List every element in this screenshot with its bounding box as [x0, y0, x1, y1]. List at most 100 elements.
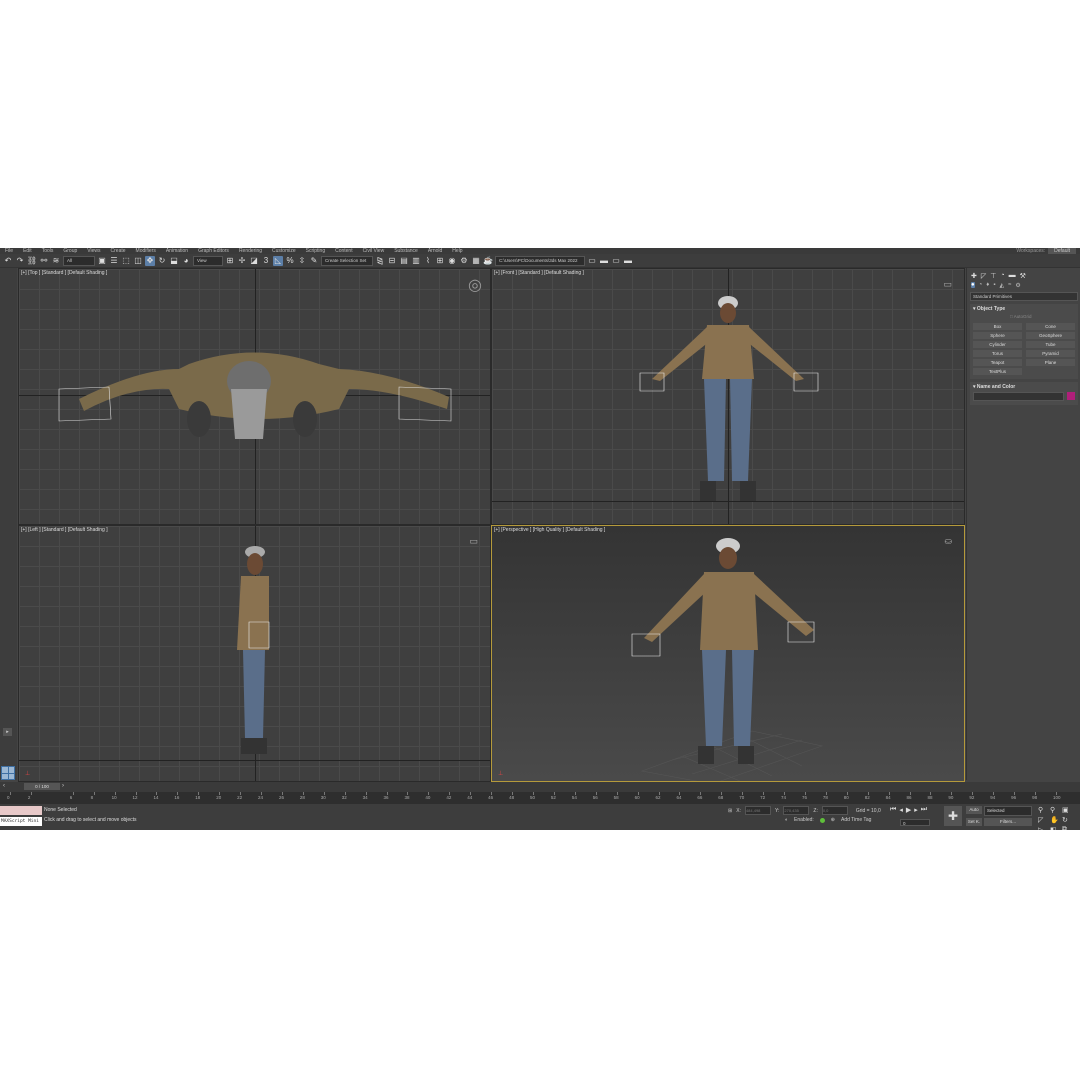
track-bar[interactable]: 0 2 6 8 10 12 14 16 18 20 22 24 26 28 30 32 34 36 38 40 42 44…	[0, 792, 1080, 804]
helpers-icon[interactable]: ◭	[999, 282, 1004, 289]
project-settings-icon[interactable]: ▭	[611, 256, 621, 266]
absolute-mode-icon[interactable]: ⊞	[728, 808, 732, 814]
geometry-icon[interactable]: ●	[971, 282, 975, 288]
go-to-end-icon[interactable]: ⏭	[921, 806, 927, 814]
viewport-front[interactable]: [+] [Front ] [Standard ] [Default Shadin…	[491, 268, 965, 525]
y-coordinate-field[interactable]: 270,435	[783, 806, 810, 815]
viewport-layout-icon[interactable]	[1, 766, 15, 780]
object-type-tube-button[interactable]: Tube	[1026, 341, 1075, 348]
systems-icon[interactable]: ⚙	[1015, 282, 1020, 289]
reference-coordinate-dropdown[interactable]: View	[193, 255, 223, 266]
field-of-view-icon[interactable]: ◸	[1038, 816, 1048, 824]
z-coordinate-field[interactable]: 0,0	[821, 806, 848, 815]
cameras-icon[interactable]: ▪	[993, 282, 995, 288]
object-type-teapot-button[interactable]: Teapot	[973, 359, 1022, 366]
orbit-icon[interactable]: ↻	[1062, 816, 1072, 824]
object-type-plane-button[interactable]: Plane	[1026, 359, 1075, 366]
modify-tab-icon[interactable]: ◸	[981, 272, 986, 280]
lights-icon[interactable]: ♦	[986, 282, 989, 288]
pivot-center-icon[interactable]: ⊞	[225, 256, 235, 266]
object-type-sphere-button[interactable]: Sphere	[973, 332, 1022, 339]
project-path-dropdown[interactable]: C:\Users\PC\Documents\3ds Max 2022	[495, 255, 585, 266]
curve-editor-icon[interactable]: ⌇	[423, 256, 433, 266]
mirror-icon[interactable]: ⧎	[375, 256, 385, 266]
utilities-tab-icon[interactable]: ⚒	[1020, 272, 1026, 280]
object-type-torus-button[interactable]: Torus	[973, 350, 1022, 357]
percent-snap-icon[interactable]: %	[285, 256, 295, 266]
auto-key-button[interactable]: Auto	[966, 806, 982, 814]
object-type-cylinder-button[interactable]: Cylinder	[973, 341, 1022, 348]
next-frame-icon[interactable]: ›	[62, 783, 64, 789]
render-production-icon[interactable]: ☕	[483, 256, 493, 266]
add-time-tag-icon[interactable]: ⊕	[831, 817, 835, 823]
previous-frame-icon[interactable]: ◂	[899, 806, 903, 814]
select-rotate-icon[interactable]: ↻	[157, 256, 167, 266]
layer-explorer-icon[interactable]: ▤	[399, 256, 409, 266]
object-type-geosphere-button[interactable]: GeoSphere	[1026, 332, 1075, 339]
hierarchy-tab-icon[interactable]: ⊤	[990, 272, 996, 280]
viewport-left[interactable]: [+] [Left ] [Standard ] [Default Shading…	[18, 525, 491, 782]
maximize-toggle-icon[interactable]: ⧉	[1062, 826, 1072, 830]
set-key-button[interactable]: Set K.	[966, 818, 982, 826]
create-tab-icon[interactable]: ✚	[971, 272, 977, 280]
render-setup-icon[interactable]: ⚙	[459, 256, 469, 266]
add-time-tag-label[interactable]: Add Time Tag	[841, 817, 871, 823]
bind-spacewarp-icon[interactable]: ≋	[51, 256, 61, 266]
maxscript-listener-input[interactable]	[0, 806, 42, 815]
pan-icon[interactable]: ✋	[1050, 816, 1060, 824]
object-type-textplus-button[interactable]: TextPlus	[973, 368, 1022, 375]
undo-icon[interactable]: ↶	[3, 256, 13, 266]
rendered-frame-icon[interactable]: ▦	[471, 256, 481, 266]
redo-icon[interactable]: ↷	[15, 256, 25, 266]
current-frame-field[interactable]: 0	[900, 819, 930, 826]
motion-tab-icon[interactable]: ◔	[1000, 272, 1004, 279]
key-filters-button[interactable]: Filters...	[984, 818, 1032, 826]
set-key-icon[interactable]: ✚	[944, 806, 962, 826]
edit-named-selection-icon[interactable]: ✎	[309, 256, 319, 266]
shapes-icon[interactable]: ◔	[979, 282, 983, 288]
object-type-title[interactable]: ▾ Object Type	[970, 304, 1078, 312]
unlink-icon[interactable]: ⚯	[39, 256, 49, 266]
link-icon[interactable]: ⛓	[27, 256, 37, 266]
enabled-indicator-icon[interactable]	[819, 817, 825, 823]
prev-frame-icon[interactable]: ‹	[3, 783, 5, 789]
name-color-title[interactable]: ▾ Name and Color	[970, 382, 1078, 390]
maxscript-mini-listener[interactable]: MAXScript Mini	[0, 817, 42, 826]
object-type-box-button[interactable]: Box	[973, 323, 1022, 330]
play-icon[interactable]: ▶	[906, 806, 911, 814]
material-editor-icon[interactable]: ◉	[447, 256, 457, 266]
object-color-swatch[interactable]	[1067, 392, 1075, 400]
object-name-field[interactable]	[973, 392, 1064, 401]
selection-filter-dropdown[interactable]: All	[63, 255, 95, 266]
next-frame-button-icon[interactable]: ▸	[914, 806, 918, 814]
project-folder-icon[interactable]: ▭	[587, 256, 597, 266]
autogrid-checkbox[interactable]: □ AutoGrid	[970, 312, 1078, 321]
keyboard-shortcut-icon[interactable]: ◪	[249, 256, 259, 266]
selection-region-icon[interactable]: ⬚	[121, 256, 131, 266]
named-selection-dropdown[interactable]: Create Selection Set	[321, 255, 373, 266]
expand-icon[interactable]: ▸	[3, 728, 12, 736]
go-to-start-icon[interactable]: ⏮	[890, 806, 896, 814]
time-slider[interactable]: ‹ 0 / 100 ›	[0, 782, 1080, 792]
toggle-ribbon-icon[interactable]: ▥	[411, 256, 421, 266]
spacewarps-icon[interactable]: ≈	[1008, 282, 1011, 288]
time-slider-thumb[interactable]: 0 / 100	[24, 783, 60, 790]
key-selection-dropdown[interactable]: Selected	[984, 806, 1032, 816]
project-create-icon[interactable]: ▬	[623, 256, 633, 266]
zoom-region-icon[interactable]: ◧	[1050, 826, 1060, 830]
select-object-icon[interactable]: ▣	[97, 256, 107, 266]
angle-snap-icon[interactable]: ◺	[273, 255, 283, 266]
window-crossing-icon[interactable]: ◫	[133, 256, 143, 266]
select-scale-icon[interactable]: ⬓	[169, 256, 179, 266]
zoom-extents-icon[interactable]: ▣	[1062, 806, 1072, 814]
spinner-snap-icon[interactable]: ⇳	[297, 256, 307, 266]
walk-icon[interactable]: ▷	[1038, 826, 1048, 830]
primitive-category-dropdown[interactable]: Standard Primitives	[970, 292, 1078, 301]
viewport-top[interactable]: [+] [Top ] [Standard ] [Default Shading …	[18, 268, 491, 525]
select-move-icon[interactable]: ✥	[145, 255, 155, 266]
display-tab-icon[interactable]: ▬	[1009, 272, 1016, 279]
schematic-view-icon[interactable]: ⊞	[435, 256, 445, 266]
select-by-name-icon[interactable]: ☰	[109, 256, 119, 266]
manipulate-icon[interactable]: ✢	[237, 256, 247, 266]
x-coordinate-field[interactable]: 484,498	[744, 806, 771, 815]
